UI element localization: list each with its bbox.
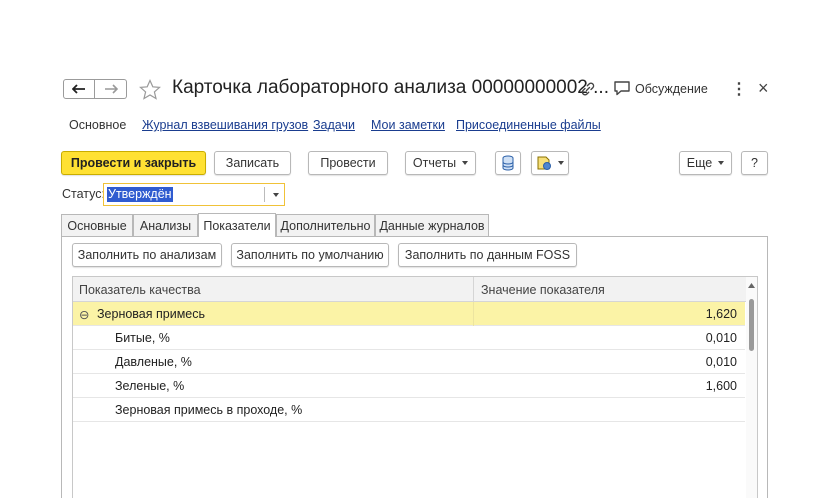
database-icon: [502, 155, 514, 171]
nav-tab-main[interactable]: Основное: [69, 118, 126, 132]
scroll-up-icon[interactable]: [748, 283, 755, 288]
table-header: Показатель качества Значение показателя: [73, 277, 757, 302]
nav-tab-notes[interactable]: Мои заметки: [371, 118, 445, 132]
row-value: 0,010: [705, 331, 737, 345]
more-actions-icon[interactable]: ⋮: [731, 79, 747, 99]
collapse-icon[interactable]: ⊖: [79, 307, 89, 322]
row-value: 1,620: [705, 307, 737, 321]
column-divider: [473, 302, 474, 326]
status-dropdown-button[interactable]: [268, 184, 284, 205]
tab-journal-data[interactable]: Данные журналов: [375, 214, 489, 236]
more-label: Еще: [686, 156, 713, 170]
chevron-down-icon: [273, 192, 279, 197]
arrow-left-icon: [72, 84, 85, 94]
chat-icon: [614, 81, 630, 96]
forward-button[interactable]: [95, 79, 127, 99]
close-icon[interactable]: ×: [758, 78, 769, 99]
tab-indicators[interactable]: Показатели: [198, 213, 276, 237]
reports-label: Отчеты: [412, 156, 457, 170]
indicators-table: Показатель качества Значение показателя …: [72, 276, 758, 498]
row-name: Битые, %: [115, 331, 170, 345]
nav-tab-tasks[interactable]: Задачи: [313, 118, 355, 132]
chevron-down-icon: [558, 161, 564, 165]
chevron-down-icon: [462, 161, 469, 165]
create-based-on-button[interactable]: [531, 151, 569, 175]
link-icon[interactable]: [579, 80, 597, 103]
chevron-down-icon: [718, 161, 725, 165]
row-name: Зеленые, %: [115, 379, 185, 393]
fill-by-analyses-button[interactable]: Заполнить по анализам: [72, 243, 222, 267]
status-label: Статус:: [62, 187, 105, 201]
fill-by-foss-button[interactable]: Заполнить по данным FOSS: [398, 243, 577, 267]
back-button[interactable]: [63, 79, 95, 99]
status-divider: [264, 187, 265, 202]
fill-by-default-button[interactable]: Заполнить по умолчанию: [231, 243, 389, 267]
vertical-scrollbar[interactable]: [746, 277, 757, 498]
save-button[interactable]: Записать: [214, 151, 291, 175]
favorite-star-icon[interactable]: [139, 79, 161, 105]
tab-additional[interactable]: Дополнительно: [276, 214, 375, 236]
nav-tab-attached-files[interactable]: Присоединенные файлы: [456, 118, 601, 132]
window-title: Карточка лабораторного анализа 000000000…: [172, 77, 609, 98]
row-value: 0,010: [705, 355, 737, 369]
table-row[interactable]: Битые, % 0,010: [73, 326, 745, 350]
help-button[interactable]: ?: [741, 151, 768, 175]
post-button[interactable]: Провести: [308, 151, 388, 175]
column-header-value[interactable]: Значение показателя: [481, 283, 605, 297]
row-name: Давленые, %: [115, 355, 192, 369]
status-field[interactable]: Утверждён: [103, 183, 285, 206]
tab-main[interactable]: Основные: [61, 214, 133, 236]
row-name: Зерновая примесь в проходе, %: [115, 403, 303, 417]
reports-button[interactable]: Отчеты: [405, 151, 476, 175]
status-value: Утверждён: [107, 187, 173, 202]
row-value: 1,600: [705, 379, 737, 393]
scrollbar-thumb[interactable]: [749, 299, 754, 351]
table-row[interactable]: Зерновая примесь в проходе, %: [73, 398, 745, 422]
more-button[interactable]: Еще: [679, 151, 732, 175]
column-header-indicator[interactable]: Показатель качества: [79, 283, 201, 297]
arrow-right-icon: [104, 84, 118, 94]
table-row[interactable]: Давленые, % 0,010: [73, 350, 745, 374]
document-create-icon: [537, 156, 551, 170]
post-and-close-button[interactable]: Провести и закрыть: [61, 151, 206, 175]
tab-analyses[interactable]: Анализы: [133, 214, 198, 236]
discuss-button[interactable]: Обсуждение: [613, 80, 708, 97]
row-name: Зерновая примесь: [97, 307, 206, 321]
table-row[interactable]: ⊖ Зерновая примесь 1,620: [73, 302, 745, 326]
discuss-label: Обсуждение: [635, 81, 708, 96]
database-button[interactable]: [495, 151, 521, 175]
nav-tab-weighing-journal[interactable]: Журнал взвешивания грузов: [142, 118, 308, 132]
column-divider: [473, 277, 474, 302]
table-row[interactable]: Зеленые, % 1,600: [73, 374, 745, 398]
